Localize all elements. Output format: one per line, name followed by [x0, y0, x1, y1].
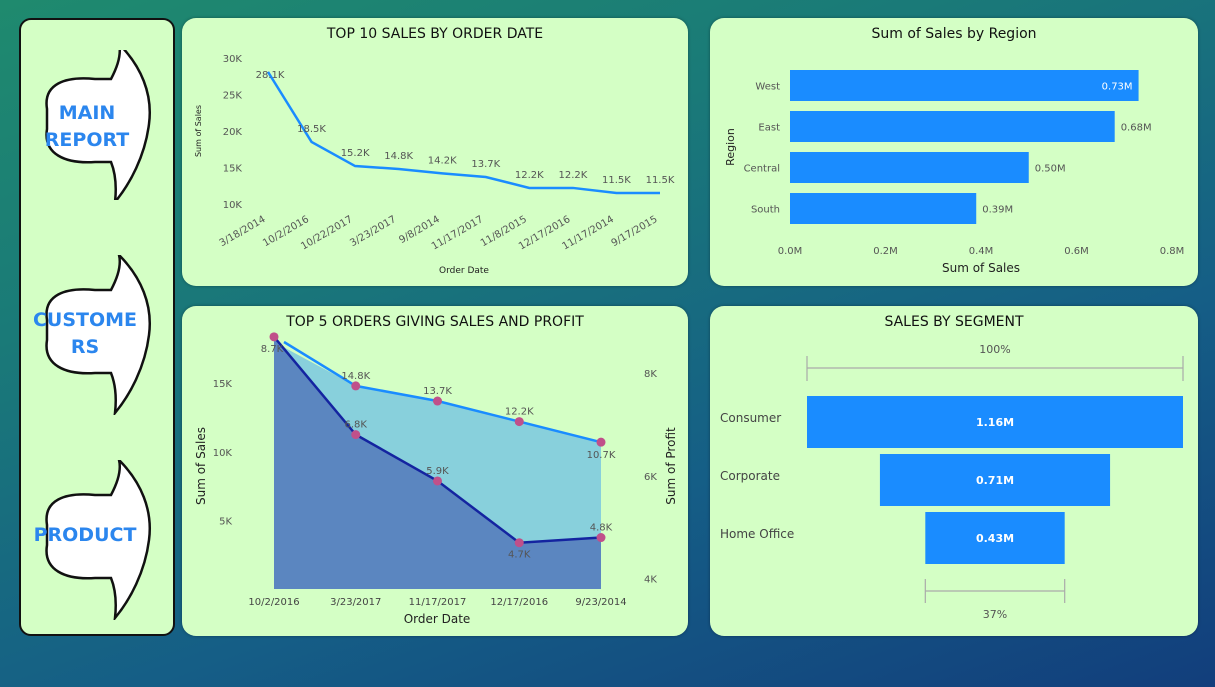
x-tick-label: 0.8M — [1160, 246, 1185, 257]
category-label: South — [751, 205, 780, 216]
segment-category-label: Consumer — [720, 411, 781, 425]
profit-marker — [514, 538, 524, 548]
region-sales-card: Sum of Sales by Region West 0.73M East 0.68… — [710, 18, 1198, 286]
profit-data-label: 5.9K — [426, 466, 449, 477]
data-label: 11.5K — [602, 175, 631, 186]
sales-marker — [433, 396, 442, 406]
segment-value-label: 0.71M — [976, 474, 1014, 487]
data-label: 0.39M — [982, 205, 1013, 216]
sales-data-label: 13.7K — [423, 386, 452, 397]
x-tick-label: 9/17/2015 — [610, 214, 660, 249]
y-tick-label: 20K — [223, 127, 243, 138]
y-tick-label: 5K — [219, 516, 232, 527]
region-bar — [790, 193, 977, 224]
x-tick-label: 0.4M — [969, 246, 994, 257]
x-tick-label: 12/17/2016 — [490, 597, 548, 608]
y-tick-label: 15K — [213, 379, 233, 390]
y-tick-label: 30K — [223, 54, 243, 65]
region-bar — [790, 70, 1139, 101]
data-label: 12.2K — [515, 170, 544, 181]
top-percent-label: 100% — [979, 343, 1010, 356]
y-tick-label: 10K — [213, 448, 233, 459]
data-label: 14.8K — [384, 151, 413, 162]
segment-value-label: 1.16M — [976, 416, 1014, 429]
data-label: 15.2K — [341, 148, 370, 159]
region-sales-chart: West 0.73M East 0.68M Central 0.50M South 0.39M… — [724, 70, 1185, 275]
profit-data-label: 6.8K — [345, 420, 368, 431]
customers-button[interactable]: CUSTOME RS — [33, 255, 155, 415]
y2-tick-label: 4K — [644, 575, 657, 586]
customers-label-line2: RS — [70, 336, 100, 358]
x-tick-label: 10/2/2016 — [248, 597, 299, 608]
profit-data-label: 4.8K — [590, 523, 613, 534]
product-button[interactable]: PRODUCT — [34, 460, 155, 620]
x-tick-label: 0.6M — [1064, 246, 1089, 257]
x-tick-label: 3/18/2014 — [218, 214, 268, 249]
sales-data-label: 14.8K — [341, 371, 370, 382]
data-label: 0.50M — [1035, 164, 1066, 175]
y-axis-label: Region — [724, 128, 737, 166]
data-label: 0.73M — [1102, 82, 1133, 93]
top10-sales-card: TOP 10 SALES BY ORDER DATE 30K 25K 20K 15K 1… — [182, 18, 688, 286]
main-report-label-line1: MAIN — [58, 102, 116, 124]
y2-tick-label: 8K — [644, 369, 657, 380]
segment-category-label: Corporate — [720, 469, 780, 483]
data-label: 12.2K — [558, 170, 587, 181]
category-label: West — [755, 82, 780, 93]
category-label: Central — [744, 164, 780, 175]
y-axis-label: Sum of Sales — [194, 427, 208, 505]
profit-data-label: 8.7K — [261, 344, 284, 355]
x-axis-label: Sum of Sales — [942, 261, 1020, 275]
top10-sales-chart: 30K 25K 20K 15K 10K Sum of Sales Order Date 28.… — [194, 54, 675, 276]
x-tick-label: 0.0M — [778, 246, 803, 257]
customers-label-line1: CUSTOME — [32, 309, 138, 331]
data-label: 13.7K — [471, 159, 500, 170]
x-axis-label: Order Date — [439, 266, 489, 276]
y-tick-label: 25K — [223, 91, 243, 102]
navigation-panel: MAIN REPORT CUSTOME RS PRODUCT — [19, 18, 175, 636]
x-axis-label: Order Date — [404, 612, 471, 626]
sales-marker — [596, 437, 606, 447]
bottom-percent-label: 37% — [983, 608, 1007, 621]
main-report-label-line2: REPORT — [44, 129, 130, 151]
profit-marker — [269, 332, 279, 342]
sales-data-label: 10.7K — [587, 450, 616, 461]
segment-category-label: Home Office — [720, 527, 794, 541]
y-axis-label: Sum of Sales — [194, 105, 203, 157]
x-tick-label: 9/23/2014 — [575, 597, 626, 608]
segment-sales-card: SALES BY SEGMENT 100% 1.16M Consumer 0.71M C… — [710, 306, 1198, 636]
data-label: 18.5K — [297, 124, 326, 135]
data-label: 28.1K — [256, 70, 285, 81]
data-label: 0.68M — [1121, 123, 1152, 134]
y-tick-label: 15K — [223, 164, 243, 175]
segment-sales-chart: 100% 1.16M Consumer 0.71M Corporate 0.43M Home… — [720, 343, 1184, 621]
data-label: 14.2K — [428, 155, 457, 166]
category-label: East — [758, 123, 780, 134]
region-bar — [790, 111, 1115, 142]
y2-axis-label: Sum of Profit — [664, 427, 678, 505]
profit-marker — [351, 430, 361, 440]
profit-data-label: 4.7K — [508, 550, 531, 561]
y-tick-label: 10K — [223, 200, 243, 211]
x-tick-label: 3/23/2017 — [330, 597, 381, 608]
data-label: 11.5K — [646, 175, 675, 186]
y2-tick-label: 6K — [644, 472, 657, 483]
segment-value-label: 0.43M — [976, 532, 1014, 545]
profit-marker — [433, 476, 442, 486]
main-report-button[interactable]: MAIN REPORT — [35, 50, 155, 200]
x-tick-label: 0.2M — [873, 246, 898, 257]
profit-marker — [596, 533, 606, 543]
region-bar — [790, 152, 1029, 183]
x-tick-label: 11/17/2017 — [409, 597, 467, 608]
sales-marker — [351, 381, 361, 391]
top5-orders-chart: 14.8K 13.7K 12.2K 10.7K 8.7K 6.8K 5.9K 4.7K 4.8K… — [194, 332, 678, 626]
sales-marker — [514, 417, 524, 427]
x-tick-label: 3/23/2017 — [348, 214, 398, 249]
sales-data-label: 12.2K — [505, 407, 534, 418]
product-label: PRODUCT — [33, 524, 137, 546]
top5-orders-card: TOP 5 ORDERS GIVING SALES AND PROFIT 14.… — [182, 306, 688, 636]
